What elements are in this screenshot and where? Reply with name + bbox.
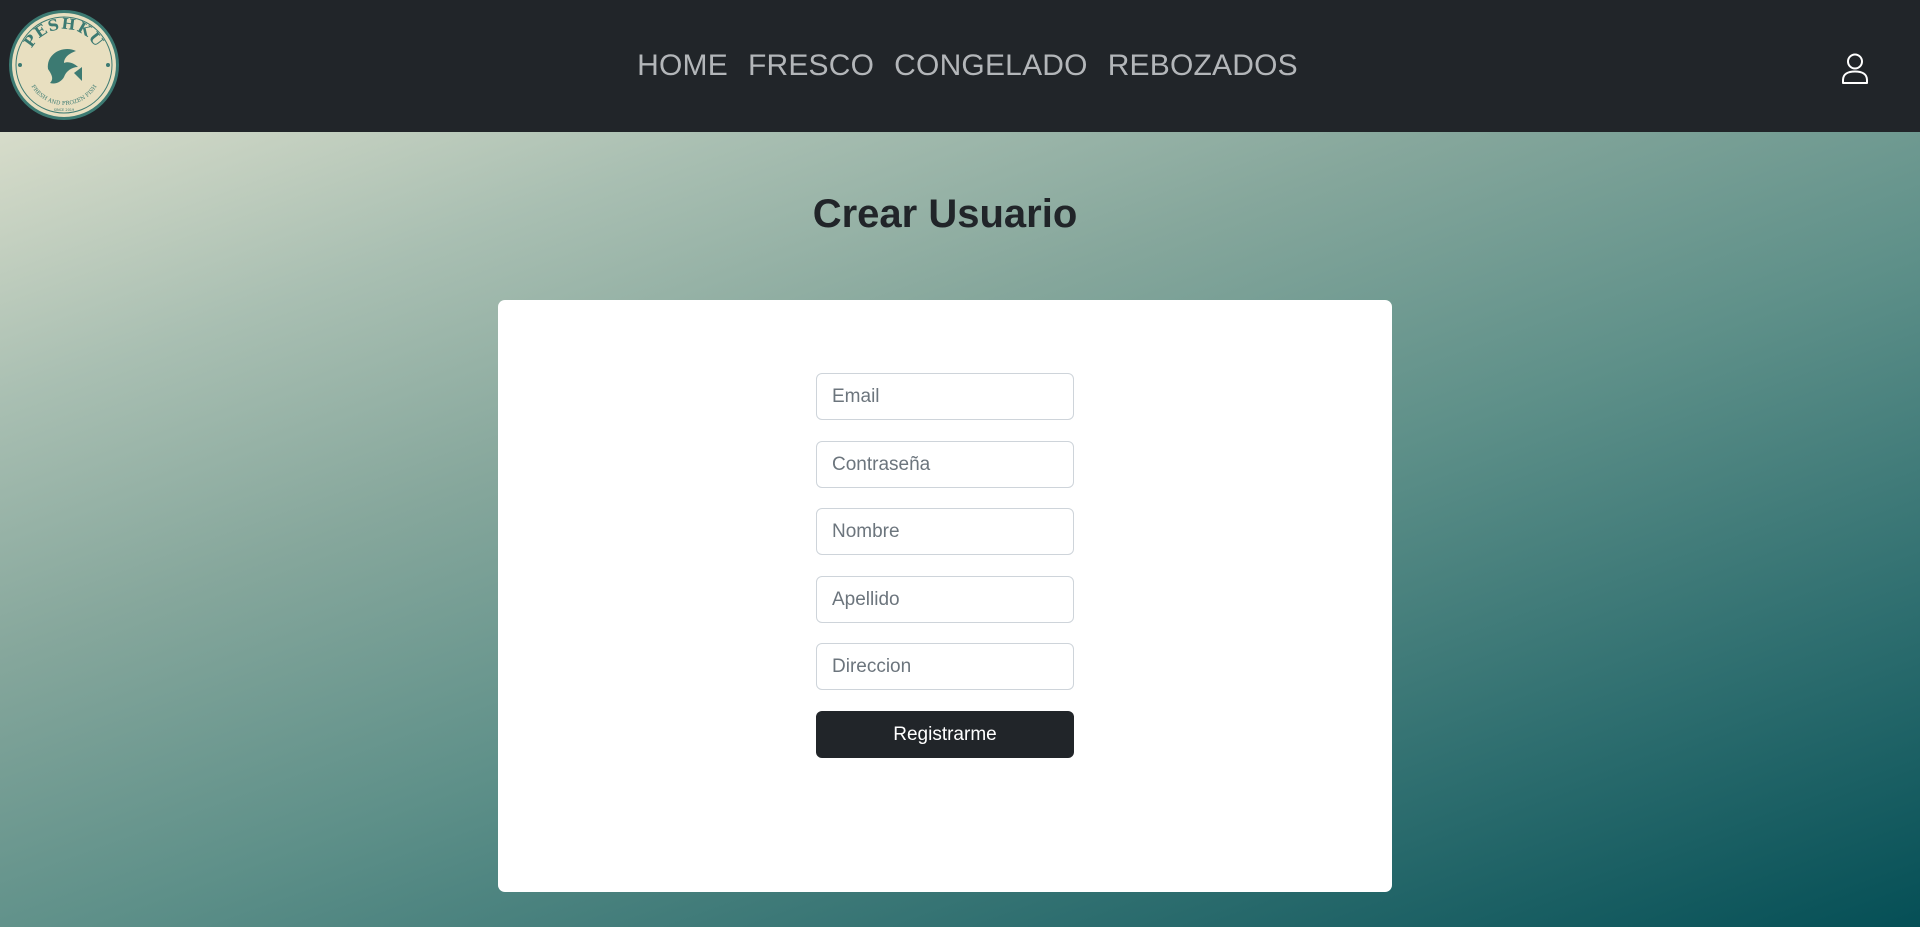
nav-rebozados[interactable]: REBOZADOS	[1108, 49, 1298, 83]
address-input[interactable]	[816, 643, 1074, 690]
main-nav: HOME FRESCO CONGELADO REBOZADOS	[0, 0, 1920, 132]
password-input[interactable]	[816, 441, 1074, 488]
user-icon[interactable]	[1841, 53, 1869, 84]
last-name-input[interactable]	[816, 576, 1074, 623]
page-title: Crear Usuario	[812, 192, 1078, 236]
navbar: PESHKU FRESH AND FROZEN FISH SINCE 2019 …	[0, 0, 1920, 132]
nav-home[interactable]: HOME	[637, 49, 728, 83]
nav-congelado[interactable]: CONGELADO	[894, 49, 1088, 83]
register-button[interactable]: Registrarme	[816, 711, 1074, 758]
first-name-input[interactable]	[816, 508, 1074, 555]
nav-fresco[interactable]: FRESCO	[748, 49, 874, 83]
email-input[interactable]	[816, 373, 1074, 420]
